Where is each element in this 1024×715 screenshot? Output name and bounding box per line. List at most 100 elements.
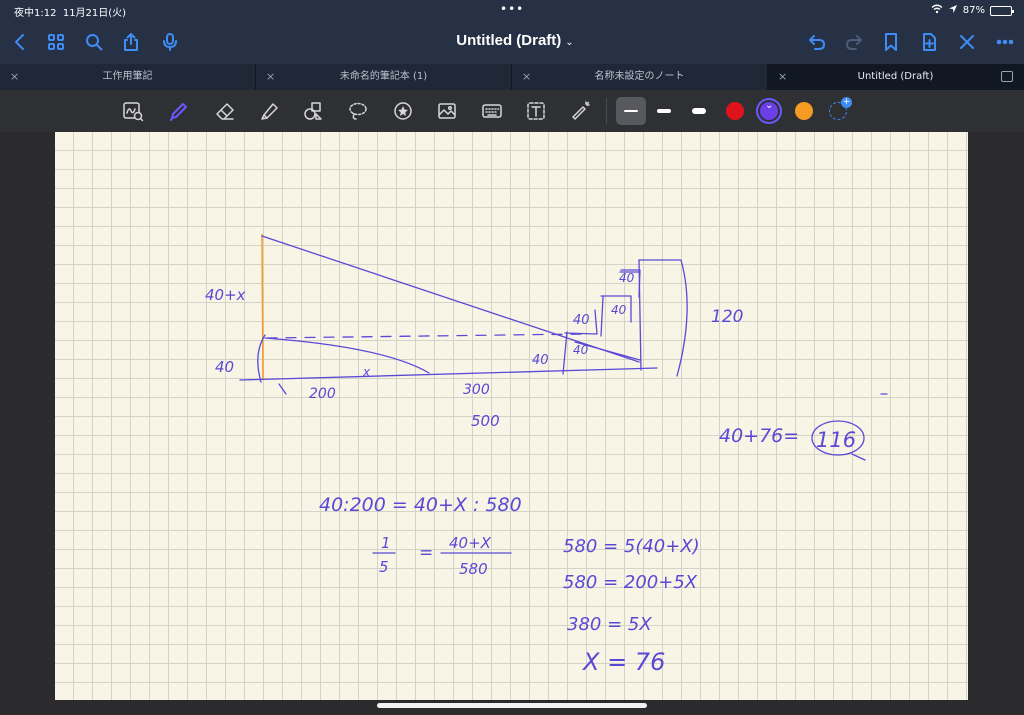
result-tail (851, 453, 866, 461)
undo-icon[interactable] (803, 28, 831, 56)
battery-icon (990, 5, 1014, 16)
shapes-icon[interactable] (300, 99, 326, 123)
eraser-icon[interactable] (212, 99, 238, 123)
plus-icon: + (841, 97, 852, 108)
status-bar: 夜中1:12 11月21日(火) ••• 87% (0, 0, 1024, 20)
add-color-button[interactable]: + (829, 97, 852, 120)
drawing-toolbar: + (0, 90, 1024, 132)
stroke-thick-option[interactable] (684, 97, 714, 125)
tab-label: 名称未設定のノート (594, 71, 685, 82)
label-40-e: 40 (619, 271, 635, 285)
document-title-text: Untitled (Draft) (456, 32, 562, 49)
tab-close-icon[interactable]: × (10, 64, 19, 90)
chevron-down-icon: ⌄ (565, 37, 574, 48)
stroke-medium-option[interactable] (649, 97, 679, 125)
document-title[interactable]: Untitled (Draft) ⌄ (420, 32, 610, 49)
left-post (257, 334, 266, 383)
tick-mark (278, 383, 287, 395)
frac-den-1: 5 (379, 558, 389, 576)
label-x: x (362, 365, 371, 379)
redo-icon[interactable] (840, 28, 868, 56)
navigation-bar: Untitled (Draft) ⌄ (0, 20, 1024, 64)
label-500: 500 (471, 412, 500, 430)
document-tab-bar: × 工作用筆記 × 未命名的筆記本 (1) × 名称未設定のノート × Untitled… (0, 64, 1024, 90)
tab-untitled-notebook[interactable]: × 未命名的筆記本 (1) (256, 64, 512, 90)
handwriting-layer: 40+x 40 200 x 300 500 40 40 40 40 40 120… (205, 233, 888, 676)
dashed-horizontal (266, 333, 586, 339)
split-view-icon[interactable] (1001, 71, 1013, 82)
status-time-date: 夜中1:12 11月21日(火) (14, 4, 126, 19)
right-arc (638, 259, 688, 377)
status-time: 夜中1:12 (14, 8, 57, 19)
label-40-c: 40 (573, 313, 590, 328)
tab-unnamed-note[interactable]: × 名称未設定のノート (512, 64, 768, 90)
stroke-medium-preview (657, 109, 671, 113)
sight-line-small (264, 337, 430, 374)
image-icon[interactable] (434, 99, 460, 123)
search-icon[interactable] (80, 28, 108, 56)
tab-close-icon[interactable]: × (778, 64, 787, 90)
post-b (600, 296, 604, 337)
status-date: 11月21日(火) (62, 8, 127, 19)
tab-label: 工作用筆記 (102, 71, 153, 82)
tab-label: 未命名的筆記本 (1) (339, 71, 428, 82)
label-40-b: 40 (573, 343, 589, 357)
equation-step-2: 580 = 200+5X (563, 572, 698, 593)
label-40-a: 40 (532, 353, 549, 368)
multitasking-dots[interactable]: ••• (500, 2, 524, 16)
canvas-area: 40+x 40 200 x 300 500 40 40 40 40 40 120… (0, 132, 1024, 715)
highlighter-icon[interactable] (256, 99, 282, 123)
equation-answer: X = 76 (581, 648, 665, 676)
toolbar-divider (606, 98, 607, 124)
back-icon[interactable] (6, 28, 34, 56)
text-box-icon[interactable] (523, 99, 549, 123)
tab-work-notes[interactable]: × 工作用筆記 (0, 64, 256, 90)
stroke-thick-preview (692, 108, 706, 114)
label-200: 200 (309, 386, 336, 402)
status-right: 87% (931, 4, 1014, 17)
frac-equals: = (419, 543, 433, 563)
equation-step-1: 580 = 5(40+X) (563, 536, 700, 557)
lasso-icon[interactable] (345, 99, 371, 123)
stroke-thin-preview (624, 110, 638, 112)
label-40-d: 40 (611, 303, 627, 317)
laser-pointer-icon[interactable] (567, 99, 593, 123)
tab-close-icon[interactable]: × (266, 64, 275, 90)
stroke-thin-option[interactable] (616, 97, 646, 125)
share-icon[interactable] (117, 28, 145, 56)
label-40-left: 40 (215, 358, 234, 376)
sticker-icon[interactable] (390, 99, 416, 123)
label-sum: 40+76= (719, 425, 799, 447)
wifi-icon (931, 4, 943, 17)
frac-num-1: 1 (381, 534, 391, 552)
location-icon (948, 4, 958, 17)
close-icon[interactable] (953, 28, 981, 56)
tab-label: Untitled (Draft) (857, 71, 934, 82)
color-swatch-orange[interactable] (795, 102, 813, 120)
orange-height-line (261, 233, 264, 381)
ground-line (239, 367, 658, 381)
label-result: 116 (816, 428, 856, 452)
tab-untitled-draft[interactable]: × Untitled (Draft) (768, 64, 1024, 90)
frac-den-2: 580 (459, 560, 488, 578)
pen-tool-icon[interactable] (166, 99, 192, 123)
color-swatch-red[interactable] (726, 102, 744, 120)
equation-proportion: 40:200 = 40+X : 580 (319, 494, 522, 516)
keyboard-icon[interactable] (479, 99, 505, 123)
tab-close-icon[interactable]: × (522, 64, 531, 90)
label-40-plus-x: 40+x (205, 286, 246, 304)
label-300: 300 (463, 382, 490, 398)
read-only-icon[interactable] (120, 99, 146, 123)
post-a (562, 331, 568, 375)
bookmark-icon[interactable] (877, 28, 905, 56)
battery-percent: 87% (962, 5, 985, 16)
grid-icon[interactable] (42, 28, 70, 56)
equation-step-3: 380 = 5X (567, 614, 652, 635)
color-swatch-purple[interactable] (760, 100, 778, 120)
note-page[interactable]: 40+x 40 200 x 300 500 40 40 40 40 40 120… (55, 132, 968, 700)
label-120: 120 (711, 307, 743, 327)
home-indicator[interactable] (377, 703, 647, 708)
more-icon[interactable] (991, 28, 1019, 56)
mic-icon[interactable] (156, 28, 184, 56)
add-page-icon[interactable] (915, 28, 943, 56)
